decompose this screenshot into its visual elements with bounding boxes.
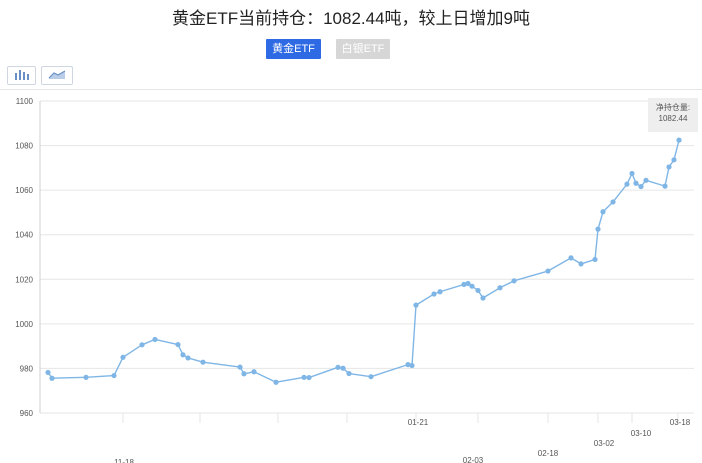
y-tick-label: 960 [20,409,34,418]
data-point [301,374,307,380]
y-tick-label: 1020 [15,275,33,284]
data-point [480,295,486,301]
data-point [185,355,191,361]
data-point [578,261,584,267]
data-point [633,180,639,186]
y-tick-label: 1040 [15,231,33,240]
x-tick-label: 03-18 [670,418,691,427]
page-title: 黄金ETF当前持仓：1082.44吨，较上日增加9吨 [171,9,530,28]
data-point [251,369,257,375]
line-chart-icon [48,70,66,79]
data-point [638,183,644,190]
data-point [511,278,517,284]
y-tick-label: 1000 [15,320,33,329]
data-point [600,209,606,215]
data-point [624,181,630,187]
data-point [120,354,126,360]
x-tick-label: 03-02 [594,439,615,448]
tab-silver-etf[interactable]: 白银ETF [336,39,390,59]
x-tick-label: 02-18 [538,449,559,458]
data-point [111,372,117,379]
data-point [180,352,186,358]
data-point [83,374,89,380]
data-point [610,199,616,205]
y-tick-label: 1060 [15,186,33,195]
data-point [545,268,551,274]
data-point [595,226,601,232]
data-point [671,157,677,163]
data-point [49,375,55,381]
data-point [666,164,672,170]
data-point [175,341,181,348]
data-point [340,365,346,371]
data-point [592,256,598,263]
data-point [368,374,374,380]
data-point [629,170,635,177]
data-point [152,336,158,343]
tooltip-label: 净持仓量: [655,103,691,112]
chart-tooltip: 净持仓量: 1082.44 [648,98,698,132]
data-point [273,379,279,385]
tooltip-value: 1082.44 [658,114,688,123]
data-point [237,364,243,370]
y-tick-label: 1100 [16,97,34,106]
y-tick-label: 980 [20,364,34,373]
data-point [346,370,352,377]
bar-chart-toggle-button[interactable] [7,66,36,85]
bar-chart-icon [14,70,29,80]
tab-gold-etf[interactable]: 黄金ETF [266,39,321,59]
data-point [306,374,312,381]
x-tick-label: 02-03 [463,456,484,463]
data-point [497,285,503,291]
data-point [662,183,668,189]
data-point [568,255,574,261]
line-chart-toggle-button[interactable] [41,66,73,85]
data-point [45,369,51,376]
data-point [413,302,419,308]
data-point [335,364,341,370]
data-point [409,362,415,369]
x-tick-label: 03-10 [631,429,652,438]
y-tick-label: 1080 [15,142,33,151]
data-point [431,291,437,297]
data-point [437,289,443,295]
data-point [469,283,475,289]
data-point [139,342,145,348]
x-tick-label: 01-21 [408,418,429,427]
holdings-line-chart: 960 980 1000 1020 1040 1060 1080 1100 11-18 01-21… [15,97,694,463]
x-tick-label: 11-18 [114,458,134,463]
data-point [241,371,247,377]
data-point [200,359,206,365]
data-point [676,137,682,143]
data-point [475,287,481,294]
data-point [643,177,649,183]
